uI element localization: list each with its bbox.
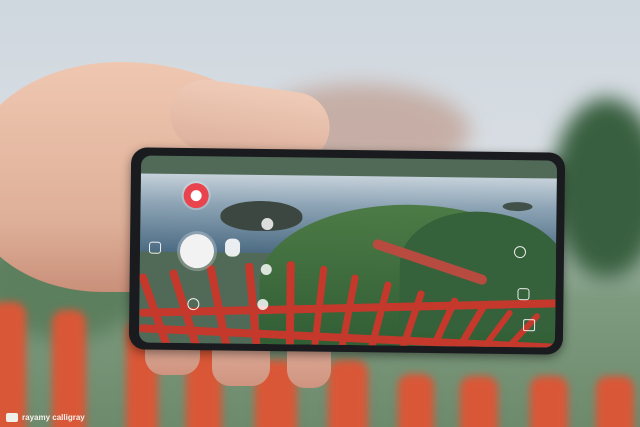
settings-icon[interactable] bbox=[513, 246, 527, 259]
photo-scene: rayamy calligray bbox=[0, 0, 640, 427]
torii-gates bbox=[138, 257, 558, 348]
flash-icon[interactable] bbox=[523, 319, 536, 332]
watermark: rayamy calligray bbox=[6, 413, 85, 422]
watermark-text: rayamy calligray bbox=[22, 413, 85, 422]
gallery-icon[interactable] bbox=[148, 241, 162, 254]
mode-dot-3[interactable] bbox=[257, 298, 269, 311]
smartphone bbox=[128, 147, 566, 355]
camera-preview bbox=[138, 155, 558, 348]
far-island bbox=[502, 201, 533, 212]
watermark-logo bbox=[6, 413, 18, 422]
mode-dot-2[interactable] bbox=[260, 263, 272, 276]
ratio-icon[interactable] bbox=[517, 288, 530, 301]
camera-switch-icon[interactable] bbox=[187, 298, 200, 311]
bixby-vision-button[interactable] bbox=[183, 183, 209, 209]
mode-dot-1[interactable] bbox=[261, 217, 274, 231]
mode-photo[interactable] bbox=[224, 238, 241, 257]
